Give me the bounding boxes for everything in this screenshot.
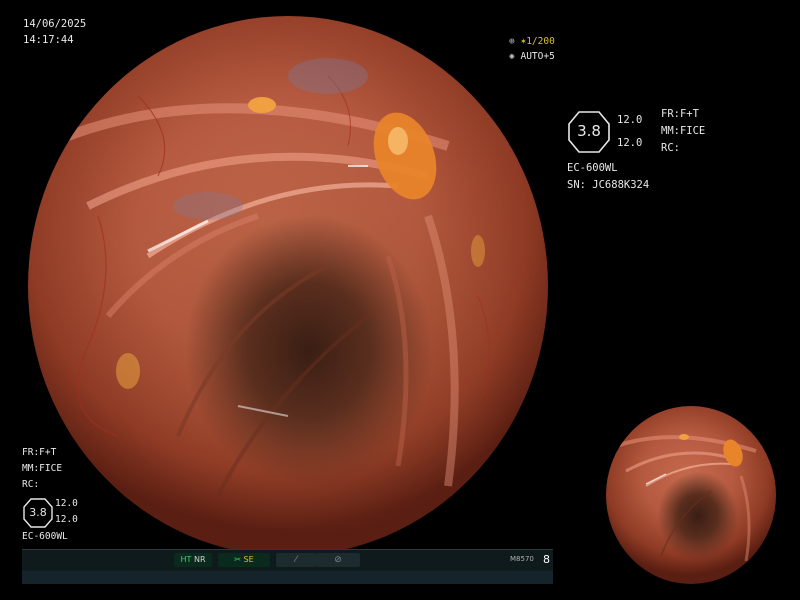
scissor-icon: ✂: [234, 555, 241, 564]
model-code: M8570: [510, 555, 534, 563]
circle-indicator[interactable]: ⊘: [316, 553, 360, 567]
aperture-icon: ✺: [509, 51, 515, 62]
status-bar: HT NR ✂ SE ⁄ ⊘ M8570 8: [22, 549, 553, 584]
ht-nr-indicator[interactable]: HT NR: [174, 553, 212, 567]
serial-number: SN: JC688K324: [567, 179, 650, 191]
mm-label-lower: MM:FICE: [22, 463, 63, 474]
nr-label: NR: [193, 555, 206, 564]
exposure-value: AUTO+5: [520, 51, 555, 62]
scope-model: EC-600WL: [567, 162, 618, 174]
hex-badge: 3.8: [567, 110, 611, 154]
shutter-row: ⊛ ✶1/200: [509, 36, 555, 47]
pip-mucosa-illustration: [615, 434, 757, 562]
value-bottom-lower: 12.0: [55, 514, 78, 525]
exposure-row: ✺ AUTO+5: [509, 51, 555, 62]
value-bottom: 12.0: [617, 137, 643, 149]
status-bar-upper: HT NR ✂ SE ⁄ ⊘ M8570 8: [22, 550, 553, 570]
scope-model-lower: EC-600WL: [22, 531, 68, 542]
date-text: 14/06/2025: [23, 18, 87, 30]
se-label: SE: [243, 555, 254, 564]
value-top: 12.0: [617, 114, 643, 126]
iris-icon: ⊛: [509, 36, 515, 47]
hex-badge-lower: 3.8: [22, 497, 54, 529]
endoscope-pip-view: [606, 406, 776, 584]
endoscope-main-view: [28, 16, 548, 556]
slash-indicator[interactable]: ⁄: [276, 553, 316, 567]
time-text: 14:17:44: [23, 34, 74, 46]
slash-icon: ⁄: [295, 555, 297, 565]
se-indicator[interactable]: ✂ SE: [218, 553, 270, 567]
mm-label: MM:FICE: [661, 125, 706, 137]
circle-icon: ⊘: [334, 555, 342, 565]
mucosa-illustration: [66, 20, 491, 497]
status-bar-lower: [22, 571, 553, 584]
hex-value-lower: 3.8: [29, 506, 47, 519]
ht-label: HT: [180, 555, 192, 564]
rc-label: RC:: [661, 142, 680, 154]
rc-label-lower: RC:: [22, 479, 40, 490]
value-top-lower: 12.0: [55, 498, 78, 509]
fr-label: FR:F+T: [661, 108, 699, 120]
hex-value: 3.8: [577, 122, 601, 140]
shutter-value: 1/200: [526, 36, 555, 47]
page-number: 8: [543, 553, 550, 566]
fr-label-lower: FR:F+T: [22, 447, 57, 458]
